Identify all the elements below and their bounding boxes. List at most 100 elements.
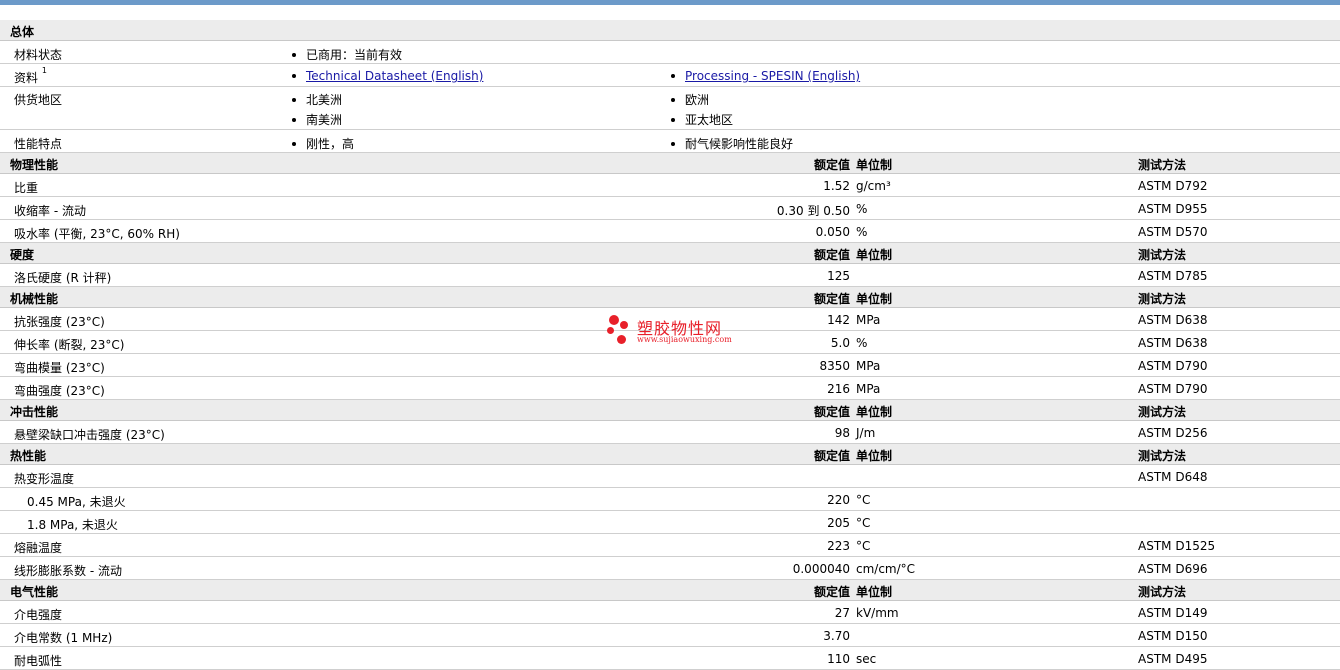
- section-header: 硬度 额定值 单位制 测试方法: [0, 243, 1340, 264]
- property-name: 吸水率 (平衡, 23°C, 60% RH): [14, 227, 180, 241]
- property-name: 比重: [14, 181, 39, 195]
- list-item: 南美洲: [292, 111, 342, 128]
- property-row: 收缩率 - 流动 0.30 到 0.50% ASTM D955: [0, 197, 1340, 220]
- row-label: 资料 1: [14, 66, 47, 86]
- list-item-text: 已商用：当前有效: [306, 48, 403, 62]
- property-unit: kV/mm: [856, 606, 899, 620]
- general-row: 材料状态 已商用：当前有效: [0, 41, 1340, 64]
- property-name: 热变形温度: [14, 472, 75, 486]
- bullet-icon: [292, 73, 296, 78]
- header-value: 额定值: [813, 292, 850, 306]
- bullet-icon: [292, 97, 296, 102]
- list-item-text: 欧洲: [685, 93, 710, 107]
- test-method: ASTM D696: [1138, 562, 1208, 576]
- property-value: 216: [827, 382, 850, 396]
- property-name: 弯曲模量 (23°C): [14, 361, 105, 375]
- property-value: 110: [827, 652, 850, 666]
- test-method: ASTM D790: [1138, 359, 1208, 373]
- bullet-icon: [292, 141, 296, 146]
- row-label-text: 材料状态: [14, 48, 63, 62]
- list-item: 亚太地区: [671, 111, 733, 128]
- bullet-icon: [292, 52, 296, 57]
- property-row: 吸水率 (平衡, 23°C, 60% RH) 0.050% ASTM D570: [0, 220, 1340, 243]
- property-row: 耐电弧性 110 sec ASTM D495: [0, 647, 1340, 670]
- property-name: 悬壁梁缺口冲击强度 (23°C): [14, 428, 165, 442]
- list-item[interactable]: Technical Datasheet (English): [292, 69, 483, 83]
- header-unit: 单位制: [856, 248, 893, 262]
- list-item-text: 南美洲: [306, 113, 343, 127]
- header-test-method: 测试方法: [1138, 248, 1187, 262]
- list-item[interactable]: Processing - SPESIN (English): [671, 69, 860, 83]
- section-header: 总体: [0, 20, 1340, 41]
- property-value: 0.30 到 0.50: [776, 204, 850, 218]
- list-item: 北美洲: [292, 91, 342, 108]
- property-value: 5.0: [830, 336, 850, 350]
- list-item: 刚性，高: [292, 135, 354, 152]
- row-label-text: 资料: [14, 71, 39, 85]
- property-unit: MPa: [856, 382, 881, 396]
- header-value: 额定值: [813, 158, 850, 172]
- property-unit: MPa: [856, 313, 881, 327]
- row-label: 性能特点: [14, 135, 62, 152]
- bullet-icon: [671, 73, 675, 78]
- property-name: 1.8 MPa, 未退火: [27, 518, 118, 532]
- list-item: 已商用：当前有效: [292, 46, 402, 63]
- test-method: ASTM D790: [1138, 382, 1208, 396]
- property-value: 142: [827, 313, 850, 327]
- general-row: 供货地区 北美洲 欧洲南美洲 亚太地区: [0, 87, 1340, 130]
- property-row: 0.45 MPa, 未退火 220 °C: [0, 488, 1340, 511]
- row-label: 供货地区: [14, 91, 62, 108]
- document-link[interactable]: Processing - SPESIN (English): [685, 69, 860, 83]
- header-test-method: 测试方法: [1138, 292, 1187, 306]
- section-title: 电气性能: [10, 585, 59, 599]
- general-row: 性能特点 刚性，高 耐气候影响性能良好: [0, 130, 1340, 153]
- test-method: ASTM D955: [1138, 202, 1208, 216]
- header-value: 额定值: [813, 405, 850, 419]
- property-unit: %: [856, 202, 868, 216]
- property-name: 收缩率 - 流动: [14, 204, 86, 218]
- section-header: 电气性能 额定值 单位制 测试方法: [0, 580, 1340, 601]
- list-item: 欧洲: [671, 91, 709, 108]
- test-method: ASTM D150: [1138, 629, 1208, 643]
- list-item-text: 亚太地区: [685, 113, 734, 127]
- watermark-logo: 塑胶物性网 www.sujiaowuxing.com: [605, 313, 745, 349]
- list-item-text: 耐气候影响性能良好: [685, 137, 794, 151]
- test-method: ASTM D638: [1138, 336, 1208, 350]
- test-method: ASTM D1525: [1138, 539, 1216, 553]
- property-value: 3.70: [823, 629, 850, 643]
- section-header: 热性能 额定值 单位制 测试方法: [0, 444, 1340, 465]
- property-unit: %: [856, 336, 868, 350]
- bullet-icon: [671, 117, 675, 122]
- header-value: 额定值: [813, 585, 850, 599]
- section-title: 硬度: [10, 248, 35, 262]
- property-name: 耐电弧性: [14, 654, 63, 668]
- section-title: 总体: [10, 25, 35, 39]
- property-name: 熔融温度: [14, 541, 63, 555]
- section-title: 冲击性能: [10, 405, 59, 419]
- document-link[interactable]: Technical Datasheet (English): [306, 69, 483, 83]
- property-row: 比重 1.52 g/cm³ ASTM D792: [0, 174, 1340, 197]
- test-method: ASTM D570: [1138, 225, 1208, 239]
- property-value: 125: [827, 269, 850, 283]
- section-title: 物理性能: [10, 158, 59, 172]
- property-name: 线形膨胀系数 - 流动: [14, 564, 122, 578]
- property-name: 抗张强度 (23°C): [14, 315, 105, 329]
- property-unit: °C: [856, 539, 871, 553]
- general-row: 资料 1 Technical Datasheet (English) Process…: [0, 64, 1340, 87]
- property-row: 洛氏硬度 (R 计秤) 125 ASTM D785: [0, 264, 1340, 287]
- property-row: 悬壁梁缺口冲击强度 (23°C) 98 J/m ASTM D256: [0, 421, 1340, 444]
- test-method: ASTM D495: [1138, 652, 1208, 666]
- section-header: 冲击性能 额定值 单位制 测试方法: [0, 400, 1340, 421]
- watermark-url: www.sujiaowuxing.com: [637, 335, 732, 344]
- property-row: 弯曲强度 (23°C) 216 MPa ASTM D790: [0, 377, 1340, 400]
- property-name: 伸长率 (断裂, 23°C): [14, 338, 125, 352]
- row-label-text: 供货地区: [14, 93, 63, 107]
- property-value: 0.000040: [792, 562, 850, 576]
- test-method: ASTM D638: [1138, 313, 1208, 327]
- property-value: 223: [827, 539, 850, 553]
- property-name: 0.45 MPa, 未退火: [27, 495, 126, 509]
- property-row: 介电常数 (1 MHz) 3.70 ASTM D150: [0, 624, 1340, 647]
- bullet-icon: [671, 141, 675, 146]
- section-header: 机械性能 额定值 单位制 测试方法: [0, 287, 1340, 308]
- property-unit: MPa: [856, 359, 881, 373]
